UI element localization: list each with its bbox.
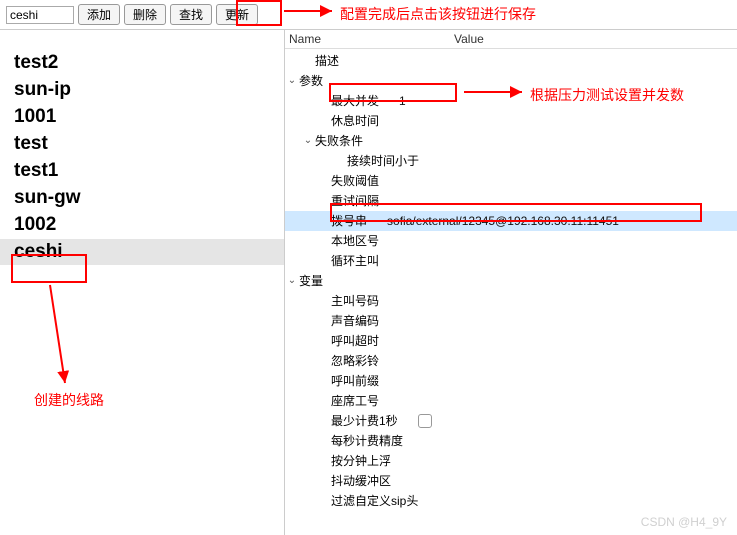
tree-label: 接续时间小于 <box>347 151 419 171</box>
tree-label: 忽略彩铃 <box>331 351 379 371</box>
annot-update-text: 配置完成后点击该按钮进行保存 <box>340 4 536 24</box>
tree-row[interactable]: 主叫号码 <box>285 291 737 311</box>
tree-label: 呼叫前缀 <box>331 371 379 391</box>
tree-row[interactable]: 忽略彩铃 <box>285 351 737 371</box>
tree-label: 重试间隔 <box>331 191 379 211</box>
col-name: Name <box>285 32 450 46</box>
tree-row[interactable]: 拨号串sofia/external/12345@192.168.30.11:11… <box>285 211 737 231</box>
watermark: CSDN @H4_9Y <box>641 515 727 529</box>
add-button[interactable]: 添加 <box>78 4 120 25</box>
line-item-test[interactable]: test <box>0 131 284 158</box>
tree-row[interactable]: 按分钟上浮 <box>285 451 737 471</box>
tree-row[interactable]: 描述 <box>285 51 737 71</box>
tree-label: 最少计费1秒 <box>331 411 398 431</box>
tree-row[interactable]: 呼叫前缀 <box>285 371 737 391</box>
tree-label: 本地区号 <box>331 231 379 251</box>
tree-row[interactable]: 接续时间小于 <box>285 151 737 171</box>
tree-row[interactable]: 呼叫超时 <box>285 331 737 351</box>
delete-button[interactable]: 删除 <box>124 4 166 25</box>
tree-header: Name Value <box>285 30 737 49</box>
tree-label: 抖动缓冲区 <box>331 471 391 491</box>
tree-row[interactable]: 本地区号 <box>285 231 737 251</box>
tree-label: 变量 <box>299 271 323 291</box>
tree-row[interactable]: 声音编码 <box>285 311 737 331</box>
tree-label: 失败阈值 <box>331 171 379 191</box>
tree-row[interactable]: 重试间隔 <box>285 191 737 211</box>
checkbox[interactable] <box>418 414 432 428</box>
line-item-sun-gw[interactable]: sun-gw <box>0 185 284 212</box>
tree-row[interactable]: 抖动缓冲区 <box>285 471 737 491</box>
tree-value: 1 <box>379 91 406 111</box>
tree-label: 最大并发 <box>331 91 379 111</box>
tree-row[interactable]: 最少计费1秒 <box>285 411 737 431</box>
tree-row[interactable]: 失败阈值 <box>285 171 737 191</box>
line-item-sun-ip[interactable]: sun-ip <box>0 77 284 104</box>
tree-row[interactable]: ⌄变量 <box>285 271 737 291</box>
chevron-down-icon[interactable]: ⌄ <box>301 131 315 151</box>
annot-concurrency-text: 根据压力测试设置并发数 <box>530 85 684 105</box>
tree-label: 拨号串 <box>331 211 367 231</box>
line-item-ceshi[interactable]: ceshi <box>0 239 284 266</box>
chevron-down-icon[interactable]: ⌄ <box>285 71 299 91</box>
tree-label: 失败条件 <box>315 131 363 151</box>
tree-label: 参数 <box>299 71 323 91</box>
tree-label: 描述 <box>315 51 339 71</box>
tree-label: 呼叫超时 <box>331 331 379 351</box>
annot-created-line-text: 创建的线路 <box>34 390 104 410</box>
find-button[interactable]: 查找 <box>170 4 212 25</box>
tree-row[interactable]: 休息时间 <box>285 111 737 131</box>
tree-label: 每秒计费精度 <box>331 431 403 451</box>
tree-row[interactable]: ⌄失败条件 <box>285 131 737 151</box>
tree-label: 循环主叫 <box>331 251 379 271</box>
chevron-down-icon[interactable]: ⌄ <box>285 271 299 291</box>
lines-list: test2sun-ip1001testtest1sun-gw1002ceshi <box>0 30 285 535</box>
tree-row[interactable]: 过滤自定义sip头 <box>285 491 737 511</box>
line-item-1002[interactable]: 1002 <box>0 212 284 239</box>
tree-label: 过滤自定义sip头 <box>331 491 418 511</box>
tree-value: sofia/external/12345@192.168.30.11:11451 <box>367 211 619 231</box>
tree-label: 主叫号码 <box>331 291 379 311</box>
tree-row[interactable]: 每秒计费精度 <box>285 431 737 451</box>
line-item-test2[interactable]: test2 <box>0 50 284 77</box>
tree-label: 声音编码 <box>331 311 379 331</box>
tree-row[interactable]: 座席工号 <box>285 391 737 411</box>
line-item-1001[interactable]: 1001 <box>0 104 284 131</box>
tree-row[interactable]: 循环主叫 <box>285 251 737 271</box>
tree-label: 座席工号 <box>331 391 379 411</box>
tree-label: 按分钟上浮 <box>331 451 391 471</box>
col-value: Value <box>450 32 737 46</box>
search-input[interactable] <box>6 6 74 24</box>
config-pane: Name Value 描述⌄参数最大并发1休息时间⌄失败条件接续时间小于失败阈值… <box>285 30 737 535</box>
update-button[interactable]: 更新 <box>216 4 258 25</box>
tree-body: 描述⌄参数最大并发1休息时间⌄失败条件接续时间小于失败阈值重试间隔拨号串sofi… <box>285 49 737 513</box>
tree-label: 休息时间 <box>331 111 379 131</box>
line-item-test1[interactable]: test1 <box>0 158 284 185</box>
